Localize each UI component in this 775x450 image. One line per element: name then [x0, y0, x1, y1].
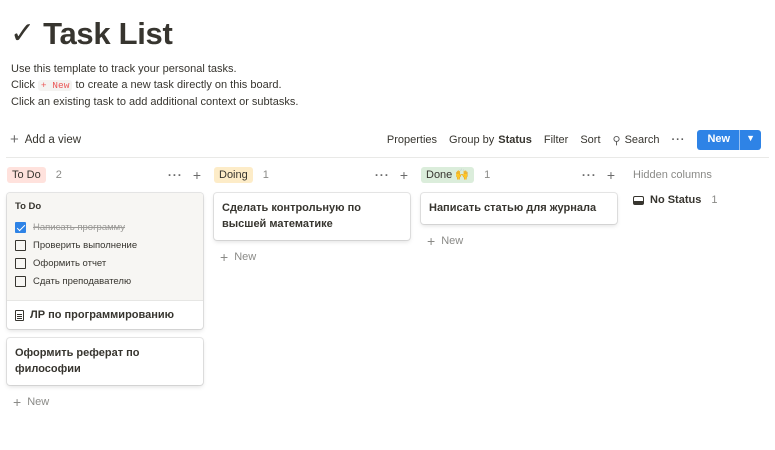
plus-icon: +	[10, 131, 19, 148]
plus-icon: +	[13, 394, 22, 410]
group-by-value: Status	[498, 134, 532, 146]
more-icon[interactable]: ···	[375, 166, 390, 184]
toolbar-actions: Properties Group by Status Filter Sort ⚲…	[387, 129, 761, 151]
more-icon[interactable]: ···	[582, 166, 597, 184]
new-button-label: New	[707, 133, 731, 145]
plus-icon[interactable]: +	[400, 166, 408, 184]
search-icon: ⚲	[612, 134, 621, 147]
plus-icon[interactable]: +	[193, 166, 201, 184]
card-title-row: ЛР по программированию	[7, 301, 203, 329]
card-title: Написать статью для журнала	[429, 202, 597, 214]
add-new-label: New	[234, 251, 257, 263]
preview-title: To Do	[15, 201, 42, 212]
checklist-label: Сдать преподавателю	[33, 275, 132, 287]
description-line-2: Click + New to create a new task directl…	[11, 77, 298, 94]
checkbox-checked-icon[interactable]	[15, 221, 26, 233]
column-to-do: To Do 2 ··· + To Do Написать программу П…	[7, 166, 203, 419]
column-actions: ··· +	[582, 166, 615, 184]
checkmark-icon: ✓	[10, 15, 36, 51]
column-actions: ··· +	[375, 166, 408, 184]
hidden-columns: Hidden columns No Status 1	[633, 166, 763, 206]
description-text: to create a new task directly on this bo…	[75, 79, 282, 91]
search-label: Search	[624, 134, 660, 146]
column-count: 1	[262, 169, 269, 181]
checkbox-icon[interactable]	[15, 275, 26, 287]
task-card[interactable]: Сделать контрольную по высшей математике	[214, 193, 410, 240]
group-by-button[interactable]: Group by Status	[449, 134, 532, 146]
checklist-label: Проверить выполнение	[33, 239, 138, 251]
chevron-down-icon[interactable]: ▼	[739, 130, 761, 150]
checklist-label: Оформить отчет	[33, 257, 107, 269]
column-done: Done 🙌 1 ··· + Написать статью для журна…	[421, 166, 617, 258]
description-text: Click	[11, 79, 35, 91]
plus-icon[interactable]: +	[607, 166, 615, 184]
add-view-button[interactable]: + Add a view	[10, 132, 81, 147]
column-actions: ··· +	[168, 166, 201, 184]
filter-button[interactable]: Filter	[544, 134, 568, 146]
column-count: 2	[55, 169, 62, 181]
checklist-item: Написать программу	[15, 218, 195, 236]
card-title: Сделать контрольную по высшей математике	[222, 202, 361, 230]
toolbar-divider	[6, 157, 769, 158]
add-view-label: Add a view	[24, 133, 82, 146]
task-card[interactable]: Оформить реферат по философии	[7, 338, 203, 385]
plus-icon: +	[427, 233, 436, 249]
hidden-column-label: No Status	[650, 194, 702, 206]
checkbox-icon[interactable]	[15, 257, 26, 269]
description-line-3: Click an existing task to add additional…	[11, 96, 299, 108]
checklist-item: Проверить выполнение	[15, 236, 195, 254]
sort-button[interactable]: Sort	[580, 134, 600, 146]
hidden-column-no-status[interactable]: No Status 1	[633, 194, 763, 206]
task-card[interactable]: To Do Написать программу Проверить выпол…	[7, 193, 203, 329]
status-tag-done[interactable]: Done 🙌	[421, 167, 475, 183]
column-header: Done 🙌 1 ··· +	[421, 166, 617, 184]
board-toolbar: + Add a view Properties Group by Status …	[0, 129, 775, 151]
page-description: Use this template to track your personal…	[11, 61, 298, 110]
status-tag-to-do[interactable]: To Do	[7, 167, 46, 183]
inline-code: + New	[37, 80, 73, 91]
page-title-text: Task List	[43, 16, 173, 51]
add-new-card-button[interactable]: + New	[214, 240, 410, 274]
checkbox-icon[interactable]	[15, 239, 26, 251]
new-button[interactable]: New ▼	[697, 130, 761, 150]
inbox-icon	[633, 195, 644, 205]
task-card[interactable]: Написать статью для журнала	[421, 193, 617, 224]
add-new-label: New	[441, 235, 464, 247]
column-doing: Doing 1 ··· + Сделать контрольную по выс…	[214, 166, 410, 274]
add-new-label: New	[27, 396, 50, 408]
status-tag-doing[interactable]: Doing	[214, 167, 253, 183]
column-header: Doing 1 ··· +	[214, 166, 410, 184]
column-count: 1	[484, 169, 491, 181]
hidden-columns-title: Hidden columns	[633, 169, 712, 181]
properties-button[interactable]: Properties	[387, 134, 437, 146]
card-preview: To Do Написать программу Проверить выпол…	[7, 193, 203, 301]
checklist-item: Сдать преподавателю	[15, 272, 195, 290]
add-new-card-button[interactable]: + New	[7, 385, 203, 419]
card-title: ЛР по программированию	[30, 309, 175, 321]
document-icon	[15, 309, 24, 321]
group-by-label: Group by	[449, 134, 495, 146]
hidden-column-count: 1	[711, 194, 718, 206]
add-new-card-button[interactable]: + New	[421, 224, 617, 258]
plus-icon: +	[220, 249, 229, 265]
search-button[interactable]: ⚲ Search	[613, 134, 660, 147]
description-line-1: Use this template to track your personal…	[11, 63, 237, 75]
checklist-item: Оформить отчет	[15, 254, 195, 272]
card-title: Оформить реферат по философии	[15, 347, 140, 375]
column-header: To Do 2 ··· +	[7, 166, 203, 184]
more-options-icon[interactable]: ···	[671, 134, 685, 146]
more-icon[interactable]: ···	[168, 166, 183, 184]
page-title: ✓ Task List	[10, 18, 173, 49]
checklist-label: Написать программу	[33, 221, 126, 233]
